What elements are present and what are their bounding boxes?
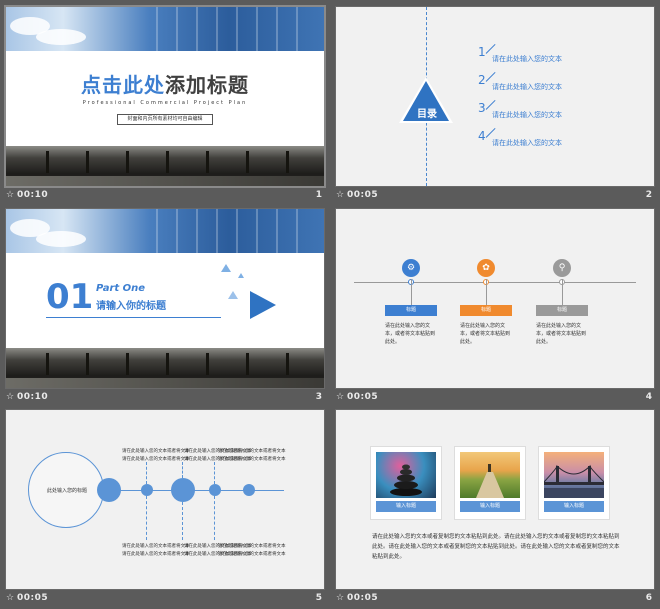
- bubble-small: [243, 484, 255, 496]
- slide-timing: 00:05: [347, 593, 379, 603]
- timeline-line: [354, 282, 636, 283]
- search-icon: ⚲: [553, 259, 571, 277]
- toc-item: 3 请在此处输入您的文本: [478, 99, 562, 119]
- bubble-small: [209, 484, 221, 496]
- bubble-large: [97, 478, 121, 502]
- star-icon: ☆: [336, 593, 345, 603]
- slide-meta: ☆ 00:10 1: [6, 190, 324, 204]
- image-card: 输入标题: [370, 446, 442, 520]
- sky-photo-band: [6, 209, 324, 253]
- gear-icon: ⚙: [402, 259, 420, 277]
- timeline-stem: [411, 279, 412, 305]
- slide-number: 3: [315, 392, 322, 402]
- column-text: 请在此处输入您的文本，或者将文本粘贴到此处。: [536, 323, 587, 345]
- star-icon: ☆: [336, 190, 345, 200]
- slide-1-canvas[interactable]: 点击此处添加标题 Professional Commercial Project…: [4, 5, 326, 188]
- toc-item: 4 请在此处输入您的文本: [478, 127, 562, 147]
- slide-meta: ☆ 00:05 5: [6, 593, 324, 607]
- slide-timing: 00:05: [347, 190, 379, 200]
- bubble-label: 请在此处输入您的文本或者将文本: [122, 552, 190, 557]
- decor-triangle: [228, 291, 238, 299]
- connector-dashed: [214, 462, 215, 484]
- bubble-small: [141, 484, 153, 496]
- bubble-label: 请在此处输入您的文本或者将文本: [218, 544, 286, 549]
- city-photo-band: [6, 146, 324, 186]
- column-label: 标题: [385, 305, 437, 316]
- section-title: 请输入你的标题: [96, 301, 166, 312]
- sky-photo-band: [6, 7, 324, 51]
- slide-number: 1: [315, 190, 322, 200]
- star-icon: ☆: [6, 593, 15, 603]
- slide-timing: 00:10: [17, 190, 49, 200]
- toc-item: 1 请在此处输入您的文本: [478, 43, 562, 63]
- play-triangle: [250, 291, 276, 319]
- image-caption: 输入标题: [376, 501, 436, 512]
- connector-dashed: [182, 502, 183, 540]
- connector-dashed: [214, 496, 215, 540]
- path-hill-image: [476, 464, 504, 498]
- slide-timing: 00:10: [17, 392, 49, 402]
- column-label: 标题: [536, 305, 588, 316]
- bridge-image: [543, 464, 605, 498]
- image-caption: 输入标题: [544, 501, 604, 512]
- column-text: 请在此处输入您的文本，或者将文本粘贴到此处。: [385, 323, 436, 345]
- body-paragraph: 请在此处输入您的文本或者复制您的文本粘贴到此处。请在此处输入您的文本或者复制您的…: [372, 534, 620, 560]
- slide-2-canvas[interactable]: 目录 1 请在此处输入您的文本 2 请在此处输入您的文本 3 请在此处输入您的文本 4…: [335, 6, 655, 187]
- section-underline: [46, 317, 221, 318]
- city-photo-band: [6, 348, 324, 388]
- stacked-stones-image: [390, 464, 422, 496]
- star-icon: ☆: [6, 392, 15, 402]
- bridge-photo: [543, 452, 605, 498]
- slide-number: 6: [645, 593, 652, 603]
- image-card: 输入标题: [538, 446, 610, 520]
- column-text: 请在此处输入您的文本，或者将文本粘贴到此处。: [460, 323, 511, 345]
- slide-title: 点击此处添加标题: [81, 73, 249, 97]
- bubble-large: [171, 478, 195, 502]
- toc-item: 2 请在此处输入您的文本: [478, 71, 562, 91]
- bubble-label: 请在此处输入您的文本或者将文本: [218, 449, 286, 454]
- ring-label: 此处输入您的标题: [46, 488, 87, 494]
- connector-dashed: [182, 462, 183, 478]
- slide-number: 4: [645, 392, 652, 402]
- bubble-label: 请在此处输入您的文本或者将文本: [218, 552, 286, 557]
- gift-icon: ✿: [477, 259, 495, 277]
- title-band: [6, 51, 324, 146]
- slide-timing: 00:05: [347, 392, 379, 402]
- timeline-stem: [562, 279, 563, 305]
- path-photo: [460, 452, 520, 498]
- decor-triangle: [221, 264, 231, 272]
- timeline-stem: [486, 279, 487, 305]
- bubble-label: 请在此处输入您的文本或者将文本: [122, 457, 190, 462]
- bubble-label: 请在此处输入您的文本或者将文本: [218, 457, 286, 462]
- slide-subtitle: Professional Commercial Project Plan: [82, 100, 248, 106]
- slide-meta: ☆ 00:05 2: [336, 190, 654, 204]
- slide-number: 2: [645, 190, 652, 200]
- slide-6-canvas[interactable]: 输入标题 输入标题 输入标题 请在此处输入您的文本或者复制您的文本粘贴到此处。请…: [335, 409, 655, 590]
- star-icon: ☆: [6, 190, 15, 200]
- bubble-label: 请在此处输入您的文本或者将文本: [122, 449, 190, 454]
- star-icon: ☆: [336, 392, 345, 402]
- stones-photo: [376, 452, 436, 498]
- section-part: Part One: [96, 283, 146, 294]
- slide-timing: 00:05: [17, 593, 49, 603]
- section-number: 01: [46, 277, 94, 317]
- slide-3-canvas[interactable]: 01 Part One 请输入你的标题: [5, 208, 325, 389]
- decor-triangle: [238, 273, 244, 278]
- bubble-label: 请在此处输入您的文本或者将文本: [122, 544, 190, 549]
- note-box: 封面和内页所有素材均可自由编辑: [117, 114, 213, 125]
- slide-meta: ☆ 00:05 4: [336, 392, 654, 406]
- image-card: 输入标题: [454, 446, 526, 520]
- toc-label: 目录: [417, 109, 437, 120]
- slide-number: 5: [315, 593, 322, 603]
- column-label: 标题: [460, 305, 512, 316]
- image-caption: 输入标题: [460, 501, 520, 512]
- slide-meta: ☆ 00:05 6: [336, 593, 654, 607]
- slide-5-canvas[interactable]: 此处输入您的标题 请在此处输入您的文本或者将文本 请在此处输入您的文本或者将文本…: [5, 409, 325, 590]
- connector-dashed: [146, 462, 147, 484]
- slide-meta: ☆ 00:10 3: [6, 392, 324, 406]
- connector-dashed: [146, 496, 147, 540]
- slide-4-canvas[interactable]: ⚙ 标题 请在此处输入您的文本，或者将文本粘贴到此处。 ✿ 标题 请在此处输入您…: [335, 208, 655, 389]
